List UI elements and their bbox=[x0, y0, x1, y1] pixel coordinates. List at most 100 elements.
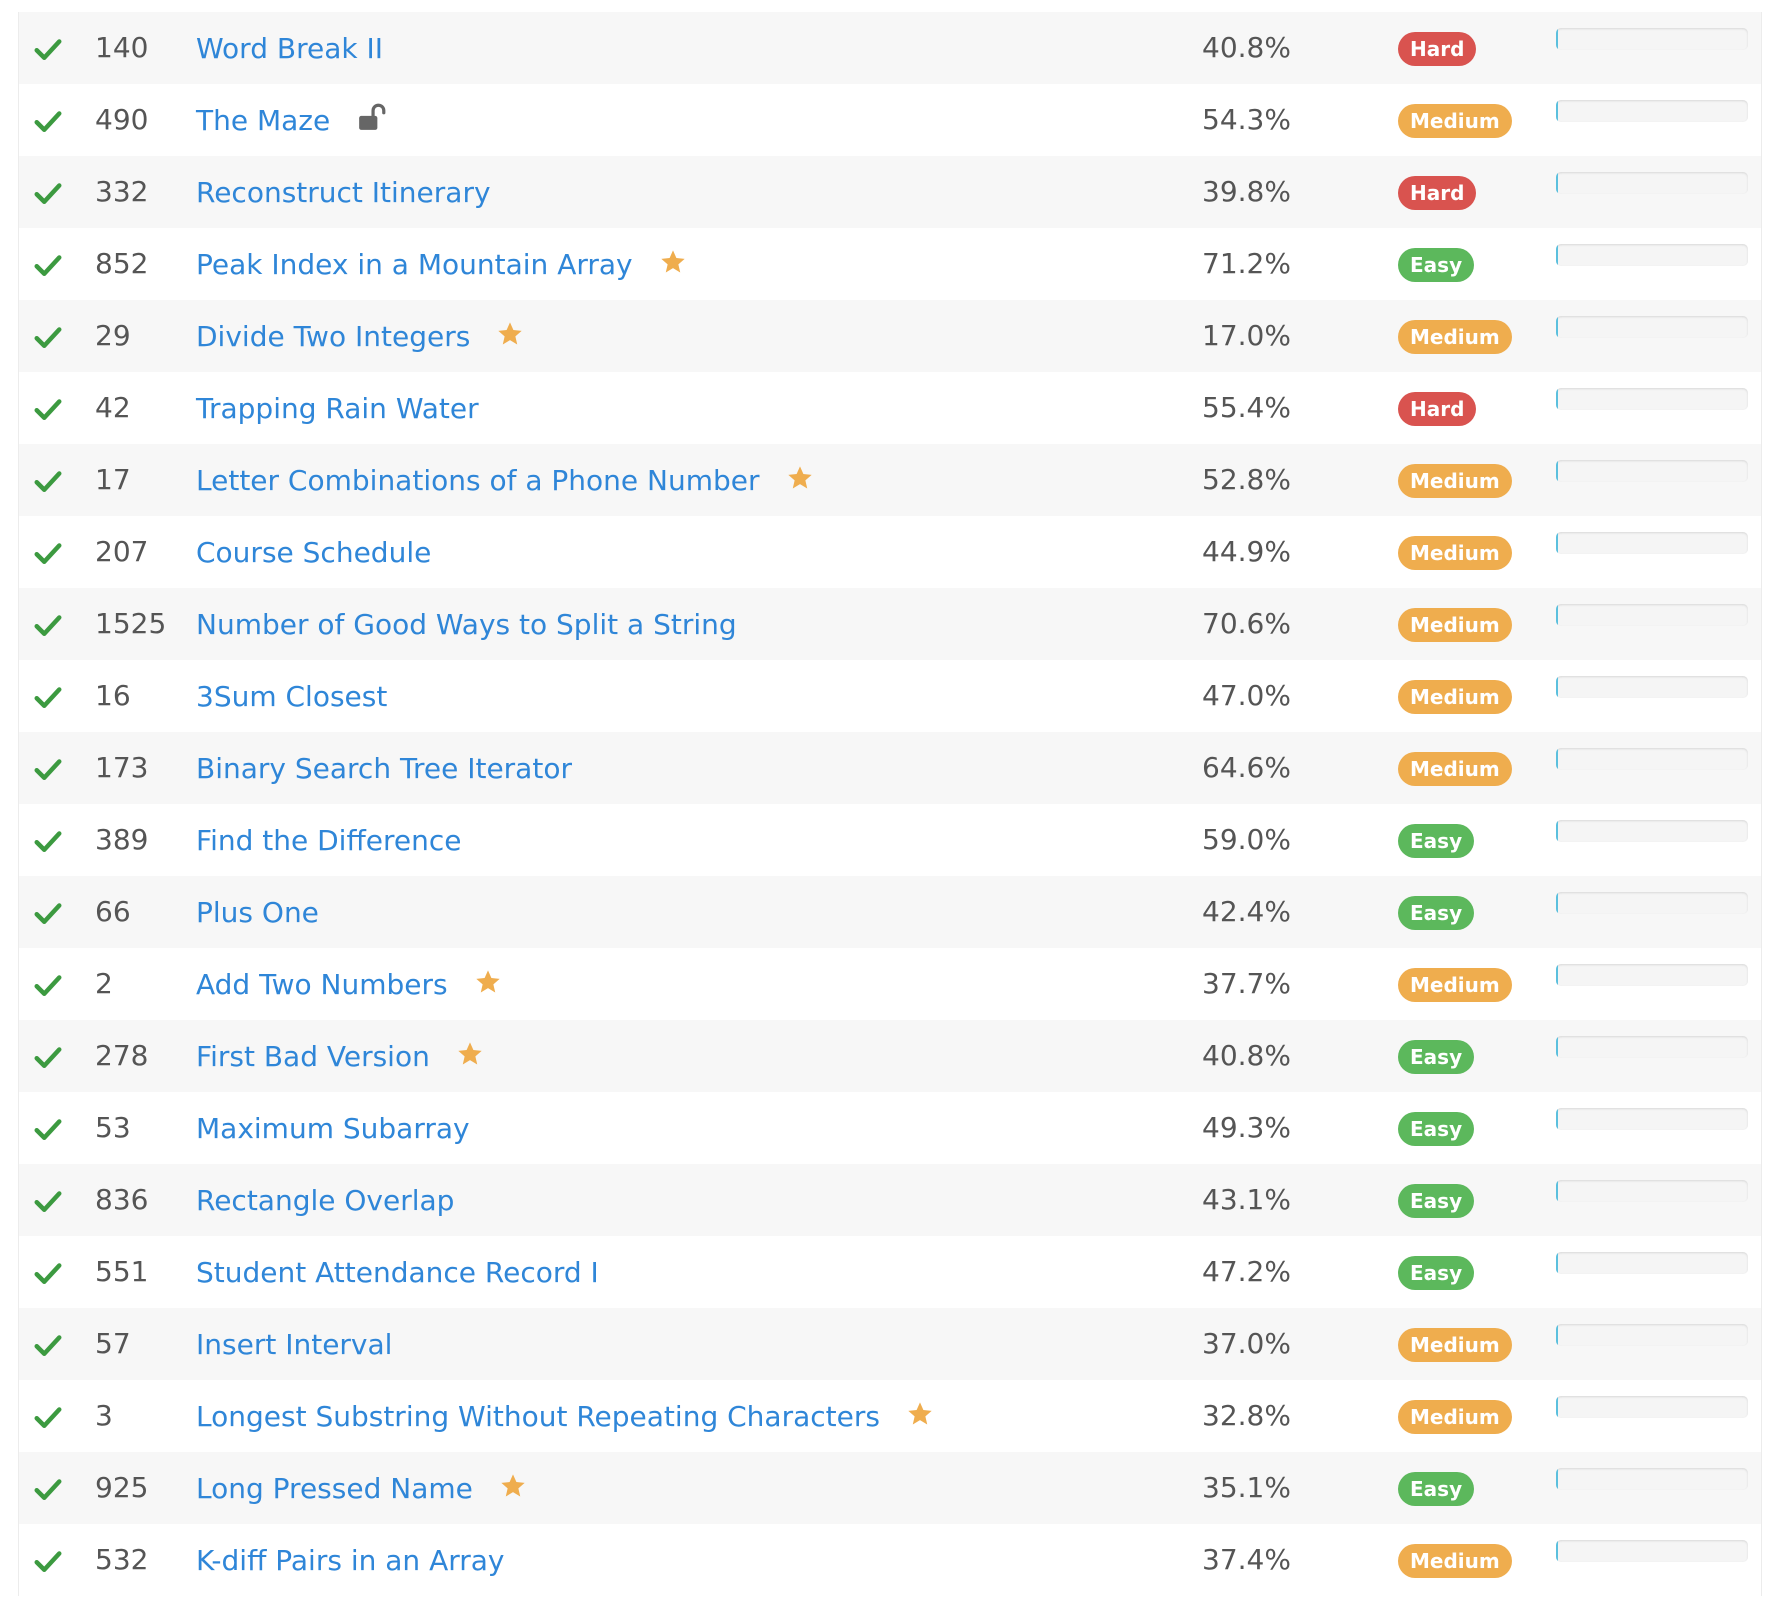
check-icon bbox=[34, 759, 62, 780]
problem-title-link[interactable]: Binary Search Tree Iterator bbox=[196, 752, 572, 785]
difficulty-badge: Medium bbox=[1398, 752, 1512, 786]
table-row: 852 Peak Index in a Mountain Array 71.2%… bbox=[19, 228, 1761, 300]
check-icon bbox=[34, 903, 62, 924]
acceptance-rate: 52.8% bbox=[1202, 463, 1291, 496]
problem-id: 42 bbox=[95, 391, 131, 424]
problem-title-link[interactable]: Peak Index in a Mountain Array bbox=[196, 248, 633, 281]
acceptance-rate: 39.8% bbox=[1202, 175, 1291, 208]
table-row: 57 Insert Interval 37.0% Medium bbox=[19, 1308, 1761, 1380]
problem-title-link[interactable]: Course Schedule bbox=[196, 536, 431, 569]
problem-title-link[interactable]: Long Pressed Name bbox=[196, 1472, 473, 1505]
check-icon bbox=[34, 543, 62, 564]
frequency-bar bbox=[1556, 388, 1748, 410]
problem-title-link[interactable]: Add Two Numbers bbox=[196, 968, 448, 1001]
unlocked-icon bbox=[359, 103, 386, 130]
frequency-bar-fill bbox=[1556, 964, 1558, 986]
acceptance-rate: 71.2% bbox=[1202, 247, 1291, 280]
frequency-bar bbox=[1556, 316, 1748, 338]
difficulty-badge: Hard bbox=[1398, 32, 1477, 66]
problem-id: 173 bbox=[95, 751, 149, 784]
difficulty-badge: Medium bbox=[1398, 464, 1512, 498]
problem-title-cell: K-diff Pairs in an Array bbox=[196, 1524, 504, 1596]
check-icon bbox=[34, 111, 62, 132]
frequency-bar bbox=[1556, 1324, 1748, 1346]
problem-title-link[interactable]: 3Sum Closest bbox=[196, 680, 387, 713]
frequency-bar bbox=[1556, 532, 1748, 554]
problem-id: 925 bbox=[95, 1471, 149, 1504]
problem-title-link[interactable]: Letter Combinations of a Phone Number bbox=[196, 464, 760, 497]
problem-title-cell: Student Attendance Record I bbox=[196, 1236, 599, 1308]
table-row: 207 Course Schedule 44.9% Medium bbox=[19, 516, 1761, 588]
check-icon bbox=[34, 1047, 62, 1068]
star-icon bbox=[501, 1474, 525, 1497]
problem-id: 490 bbox=[95, 103, 149, 136]
table-row: 17 Letter Combinations of a Phone Number… bbox=[19, 444, 1761, 516]
check-icon bbox=[34, 471, 62, 492]
frequency-bar-fill bbox=[1556, 28, 1558, 50]
frequency-bar-fill bbox=[1556, 604, 1558, 626]
problem-id: 1525 bbox=[95, 607, 167, 640]
frequency-bar-fill bbox=[1556, 316, 1558, 338]
problem-title-link[interactable]: The Maze bbox=[196, 104, 330, 137]
problem-title-link[interactable]: Student Attendance Record I bbox=[196, 1256, 599, 1289]
table-row: 332 Reconstruct Itinerary 39.8% Hard bbox=[19, 156, 1761, 228]
table-row: 29 Divide Two Integers 17.0% Medium bbox=[19, 300, 1761, 372]
frequency-bar-fill bbox=[1556, 820, 1558, 842]
check-icon bbox=[34, 1335, 62, 1356]
problem-title-link[interactable]: Reconstruct Itinerary bbox=[196, 176, 491, 209]
table-row: 53 Maximum Subarray 49.3% Easy bbox=[19, 1092, 1761, 1164]
difficulty-badge: Easy bbox=[1398, 1112, 1475, 1146]
acceptance-rate: 54.3% bbox=[1202, 103, 1291, 136]
problem-title-link[interactable]: Word Break II bbox=[196, 32, 383, 65]
problem-title-cell: Plus One bbox=[196, 876, 319, 948]
problem-title-link[interactable]: K-diff Pairs in an Array bbox=[196, 1544, 504, 1577]
star-icon bbox=[787, 466, 812, 489]
problem-title-cell: Letter Combinations of a Phone Number bbox=[196, 444, 814, 516]
frequency-bar bbox=[1556, 1108, 1748, 1130]
table-row: 173 Binary Search Tree Iterator 64.6% Me… bbox=[19, 732, 1761, 804]
frequency-bar bbox=[1556, 1468, 1748, 1490]
check-icon bbox=[34, 1119, 62, 1140]
table-row: 2 Add Two Numbers 37.7% Medium bbox=[19, 948, 1761, 1020]
frequency-bar-fill bbox=[1556, 460, 1558, 482]
problem-id: 836 bbox=[95, 1183, 149, 1216]
frequency-bar-fill bbox=[1556, 676, 1558, 698]
table-row: 836 Rectangle Overlap 43.1% Easy bbox=[19, 1164, 1761, 1236]
difficulty-badge: Medium bbox=[1398, 680, 1512, 714]
problem-title-link[interactable]: First Bad Version bbox=[196, 1040, 430, 1073]
acceptance-rate: 42.4% bbox=[1202, 895, 1291, 928]
difficulty-badge: Medium bbox=[1398, 536, 1512, 570]
difficulty-badge: Medium bbox=[1398, 1328, 1512, 1362]
table-row: 3 Longest Substring Without Repeating Ch… bbox=[19, 1380, 1761, 1452]
problem-id: 551 bbox=[95, 1255, 149, 1288]
check-icon bbox=[34, 1551, 62, 1572]
frequency-bar-fill bbox=[1556, 892, 1558, 914]
problem-title-link[interactable]: Rectangle Overlap bbox=[196, 1184, 454, 1217]
frequency-bar bbox=[1556, 964, 1748, 986]
problem-title-cell: Number of Good Ways to Split a String bbox=[196, 588, 737, 660]
problem-title-link[interactable]: Insert Interval bbox=[196, 1328, 392, 1361]
problem-id: 66 bbox=[95, 895, 131, 928]
problem-title-link[interactable]: Number of Good Ways to Split a String bbox=[196, 608, 737, 641]
difficulty-badge: Easy bbox=[1398, 896, 1475, 930]
problem-title-link[interactable]: Divide Two Integers bbox=[196, 320, 470, 353]
problem-title-link[interactable]: Longest Substring Without Repeating Char… bbox=[196, 1400, 880, 1433]
table-row: 1525 Number of Good Ways to Split a Stri… bbox=[19, 588, 1761, 660]
frequency-bar bbox=[1556, 244, 1748, 266]
problem-title-link[interactable]: Trapping Rain Water bbox=[196, 392, 479, 425]
acceptance-rate: 40.8% bbox=[1202, 1039, 1291, 1072]
frequency-bar-fill bbox=[1556, 1036, 1558, 1058]
problem-title-cell: Insert Interval bbox=[196, 1308, 392, 1380]
problem-title-link[interactable]: Plus One bbox=[196, 896, 319, 929]
problem-id: 29 bbox=[95, 319, 131, 352]
problem-title-link[interactable]: Find the Difference bbox=[196, 824, 461, 857]
acceptance-rate: 64.6% bbox=[1202, 751, 1291, 784]
frequency-bar-fill bbox=[1556, 1396, 1558, 1418]
acceptance-rate: 37.7% bbox=[1202, 967, 1291, 1000]
difficulty-badge: Easy bbox=[1398, 1256, 1475, 1290]
table-row: 389 Find the Difference 59.0% Easy bbox=[19, 804, 1761, 876]
acceptance-rate: 55.4% bbox=[1202, 391, 1291, 424]
problem-id: 17 bbox=[95, 463, 131, 496]
problem-title-cell: Peak Index in a Mountain Array bbox=[196, 228, 687, 300]
problem-title-link[interactable]: Maximum Subarray bbox=[196, 1112, 470, 1145]
